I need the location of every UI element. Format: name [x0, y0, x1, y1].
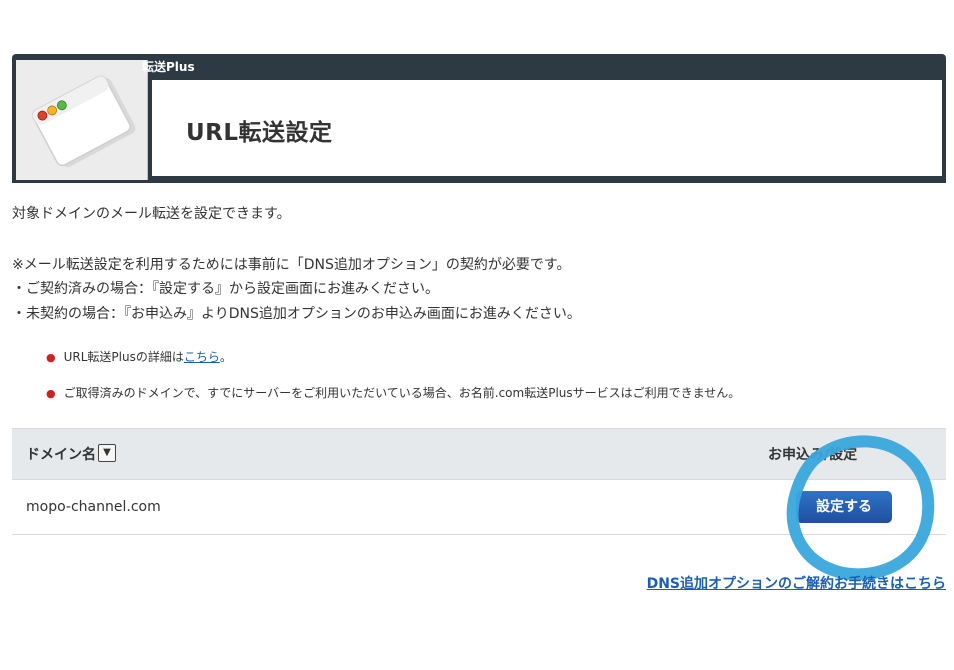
domain-column-label: ドメイン名 — [26, 447, 96, 463]
bullet-icon: ● — [46, 351, 56, 364]
dns-cancel-link[interactable]: DNS追加オプションのご解約お手続きはこちら — [647, 573, 946, 593]
table-row: mopo-channel.com 設定する — [12, 479, 946, 535]
contracted-note: ・ご契約済みの場合：『設定する』から設定画面にお進みください。 — [12, 281, 439, 297]
sort-icon[interactable]: ▼ — [98, 444, 116, 462]
bullet-tail: 。 — [219, 350, 232, 364]
intro-text: 対象ドメインのメール転送を設定できます。 — [12, 206, 291, 222]
title-box: URL転送設定 — [152, 80, 942, 176]
bullet-text: URL転送Plusの詳細は — [63, 350, 184, 364]
service-label: 転送Plus — [142, 60, 195, 74]
domain-column-header: ドメイン名 ▼ — [12, 428, 768, 480]
browser-window-icon — [32, 75, 136, 168]
settings-button[interactable]: 設定する — [796, 491, 892, 523]
action-cell: 設定する — [768, 479, 946, 535]
details-link[interactable]: こちら — [184, 350, 220, 364]
not-contracted-note: ・未契約の場合：『お申込み』よりDNS追加オプションのお申込み画面にお進みくださ… — [12, 306, 581, 322]
bullet-icon: ● — [46, 387, 56, 400]
bullet-item-details: ● URL転送Plusの詳細はこちら。 — [46, 348, 232, 365]
app-window-icon — [16, 60, 148, 180]
domain-table: ドメイン名 ▼ お申込み/設定 mopo-channel.com 設定する — [12, 428, 946, 535]
header-panel: 転送Plus URL転送設定 — [12, 54, 946, 183]
domain-cell: mopo-channel.com — [12, 479, 768, 535]
table-header-row: ドメイン名 ▼ お申込み/設定 — [12, 428, 946, 480]
bullet-item-warning: ● ご取得済みのドメインで、すでにサーバーをご利用いただいている場合、お名前.co… — [46, 384, 740, 401]
action-column-header: お申込み/設定 — [768, 428, 946, 480]
page-title: URL転送設定 — [186, 120, 333, 146]
dns-option-note: ※メール転送設定を利用するためには事前に「DNS追加オプション」の契約が必要です… — [12, 257, 571, 273]
bullet-text: ご取得済みのドメインで、すでにサーバーをご利用いただいている場合、お名前.com… — [63, 386, 741, 400]
